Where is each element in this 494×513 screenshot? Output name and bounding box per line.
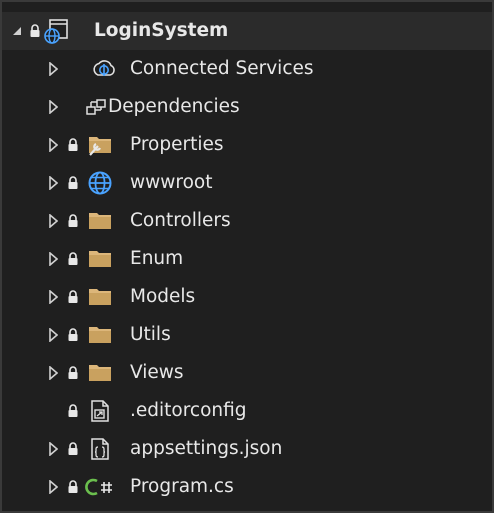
tree-item-label: Connected Services [130,58,314,79]
tree-item-wwwroot[interactable]: wwwroot [2,164,492,202]
tree-item-label: Controllers [130,210,231,231]
chevron-right-icon[interactable] [44,164,62,202]
tree-item-utils[interactable]: Utils [2,316,492,354]
chevron-right-icon[interactable] [44,316,62,354]
globe-icon [86,164,114,202]
lock-icon [66,126,80,164]
folder-icon [86,240,114,278]
lock-icon [66,316,80,354]
tree-item-label: Models [130,286,196,307]
tree-item-appsettings[interactable]: appsettings.json [2,430,492,468]
chevron-right-icon[interactable] [44,88,62,126]
tree-item-label: Dependencies [108,96,240,117]
chevron-right-icon[interactable] [44,354,62,392]
folder-icon [86,202,114,240]
lock-icon [66,430,80,468]
chevron-right-icon[interactable] [44,240,62,278]
lock-icon [66,278,80,316]
chevron-right-icon[interactable] [44,126,62,164]
chevron-right-icon[interactable] [44,278,62,316]
web-project-icon [42,12,70,50]
json-file-icon [86,430,114,468]
tree-item-editorconfig[interactable]: .editorconfig [2,392,492,430]
dependencies-icon [82,88,110,126]
chevron-right-icon[interactable] [44,430,62,468]
chevron-right-icon[interactable] [44,202,62,240]
tree-item-label: Program.cs [130,476,234,497]
folder-icon [86,278,114,316]
tree-item-label: Enum [130,248,184,269]
tree-item-label: Utils [130,324,171,345]
tree-item-properties[interactable]: Properties [2,126,492,164]
chevron-right-icon[interactable] [44,50,62,88]
tree-item-program-cs[interactable]: Program.cs [2,468,492,506]
lock-icon [66,392,80,430]
tree-item-label: .editorconfig [130,400,247,421]
lock-icon [66,164,80,202]
csharp-file-icon [84,468,116,506]
tree-item-controllers[interactable]: Controllers [2,202,492,240]
tree-item-connected-services[interactable]: Connected Services [2,50,492,88]
folder-icon [86,316,114,354]
tree-item-enum[interactable]: Enum [2,240,492,278]
tree-item-label: appsettings.json [130,438,283,459]
tree-item-label: Properties [130,134,224,155]
tree-item-label: Views [130,362,184,383]
tree-item-views[interactable]: Views [2,354,492,392]
tree-item-project[interactable]: LoginSystem [2,12,492,50]
lock-icon [66,468,80,506]
lock-icon [66,240,80,278]
chevron-right-icon[interactable] [44,468,62,506]
properties-folder-icon [86,126,114,164]
tree-item-models[interactable]: Models [2,278,492,316]
lock-icon [28,12,42,50]
config-file-icon [86,392,114,430]
folder-icon [86,354,114,392]
lock-icon [66,202,80,240]
lock-icon [66,354,80,392]
tree-item-label: wwwroot [130,172,213,193]
tree-item-dependencies[interactable]: Dependencies [2,88,492,126]
solution-explorer-tree: LoginSystem Connected Services Dependenc… [0,0,494,513]
chevron-down-icon[interactable] [8,12,26,50]
connected-services-icon [90,50,118,88]
tree-item-label: LoginSystem [94,20,229,41]
